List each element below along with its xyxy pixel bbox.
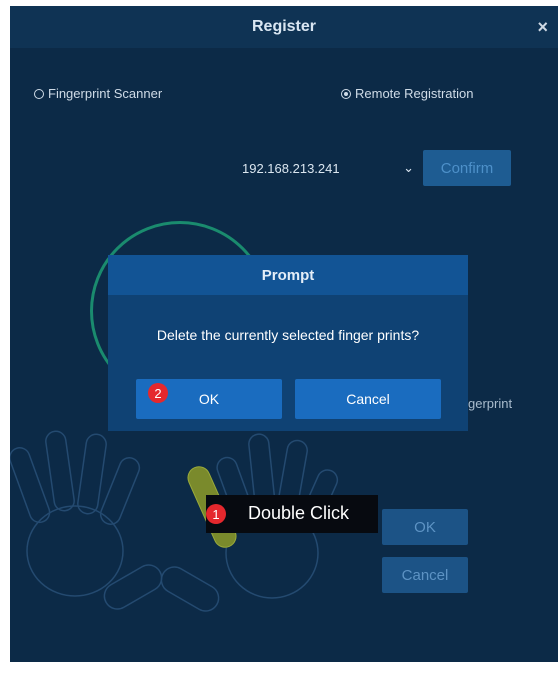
confirm-button[interactable]: Confirm [423,150,511,186]
ok-button[interactable]: OK [382,509,468,545]
radio-remote-registration[interactable]: Remote Registration [341,86,474,101]
left-palm-outline [26,505,124,597]
finger-outline [77,433,107,515]
radio-circle [34,88,44,99]
prompt-cancel-button[interactable]: Cancel [295,379,441,419]
ip-address-value: 192.168.213.241 [242,160,340,176]
register-dialog: Register × Fingerprint Scanner Remote Re… [10,6,558,662]
radio-label: Remote Registration [355,86,474,101]
step-badge: 1 [206,504,226,524]
dialog-title: Register [251,18,317,35]
tooltip-text: Double Click [248,503,350,523]
thumb-outline [103,564,163,610]
finger-outline [99,457,141,525]
prompt-ok-label: OK [198,391,220,407]
finger-outline [45,430,75,512]
close-icon[interactable]: × [537,18,548,36]
prompt-title: Prompt [108,255,468,295]
prompt-dialog: Prompt Delete the currently selected fin… [108,255,468,431]
chevron-down-icon: ⌄ [403,160,414,175]
prompt-ok-button[interactable]: 2 OK [136,379,282,419]
step-badge: 2 [148,383,168,403]
ip-address-select[interactable]: 192.168.213.241 ⌄ [232,150,422,186]
finger-label-partial: gerprint [468,396,513,411]
cancel-button[interactable]: Cancel [382,557,468,593]
thumb-outline [160,566,220,612]
dialog-titlebar: Register × [10,6,558,48]
radio-label: Fingerprint Scanner [48,86,163,101]
radio-circle-checked [341,88,351,99]
double-click-tooltip: 1 Double Click [206,495,378,533]
radio-fingerprint-scanner[interactable]: Fingerprint Scanner [34,86,162,101]
finger-outline [10,447,51,524]
prompt-message: Delete the currently selected finger pri… [156,327,420,343]
